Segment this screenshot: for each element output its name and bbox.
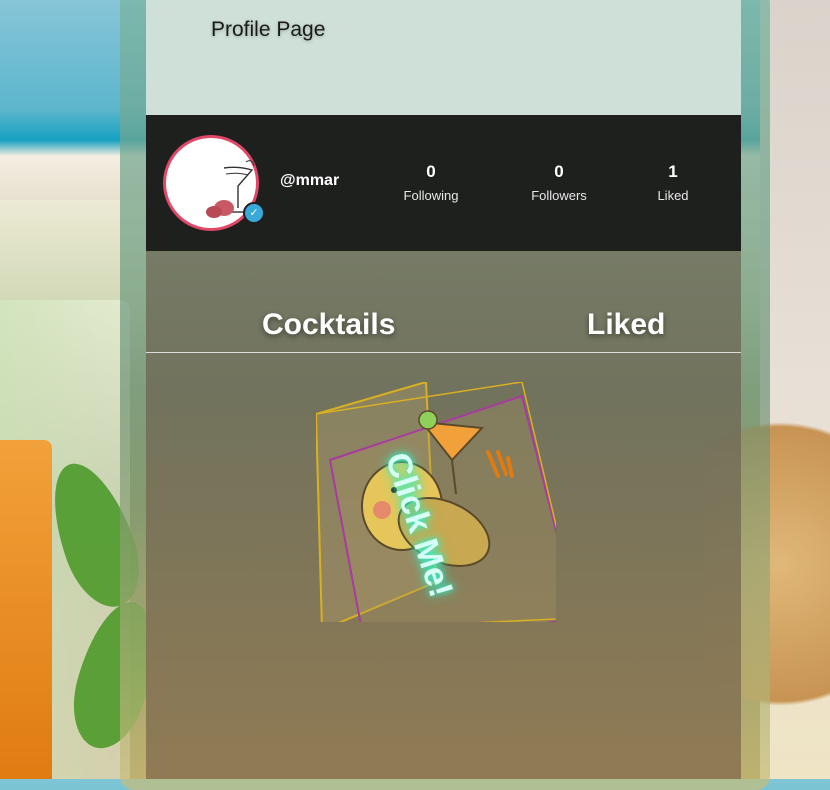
stat-label: Following <box>403 188 459 203</box>
profile-panel: Profile Page ✓ @mmar 0 Following 0 Follo… <box>146 0 741 779</box>
stat-value: 1 <box>668 162 678 181</box>
stat-followers[interactable]: 0 Followers <box>504 162 614 203</box>
verified-badge-icon: ✓ <box>243 202 265 224</box>
page-title: Profile Page <box>211 18 326 41</box>
background-juice-glass <box>0 440 52 779</box>
stat-following[interactable]: 0 Following <box>376 162 486 203</box>
profile-bar: ✓ @mmar 0 Following 0 Followers 1 Liked <box>146 115 741 251</box>
username: @mmar <box>280 172 340 189</box>
header: Profile Page <box>146 0 741 115</box>
stat-liked[interactable]: 1 Liked <box>618 162 728 203</box>
tab-bar: Cocktails Liked <box>146 251 741 353</box>
stat-label: Followers <box>531 188 587 203</box>
stat-label: Liked <box>657 188 689 203</box>
stat-value: 0 <box>554 162 564 181</box>
stat-value: 0 <box>426 162 436 181</box>
tab-cocktails[interactable]: Cocktails <box>262 308 395 342</box>
tab-liked[interactable]: Liked <box>587 308 665 342</box>
avatar[interactable]: ✓ <box>163 135 265 231</box>
